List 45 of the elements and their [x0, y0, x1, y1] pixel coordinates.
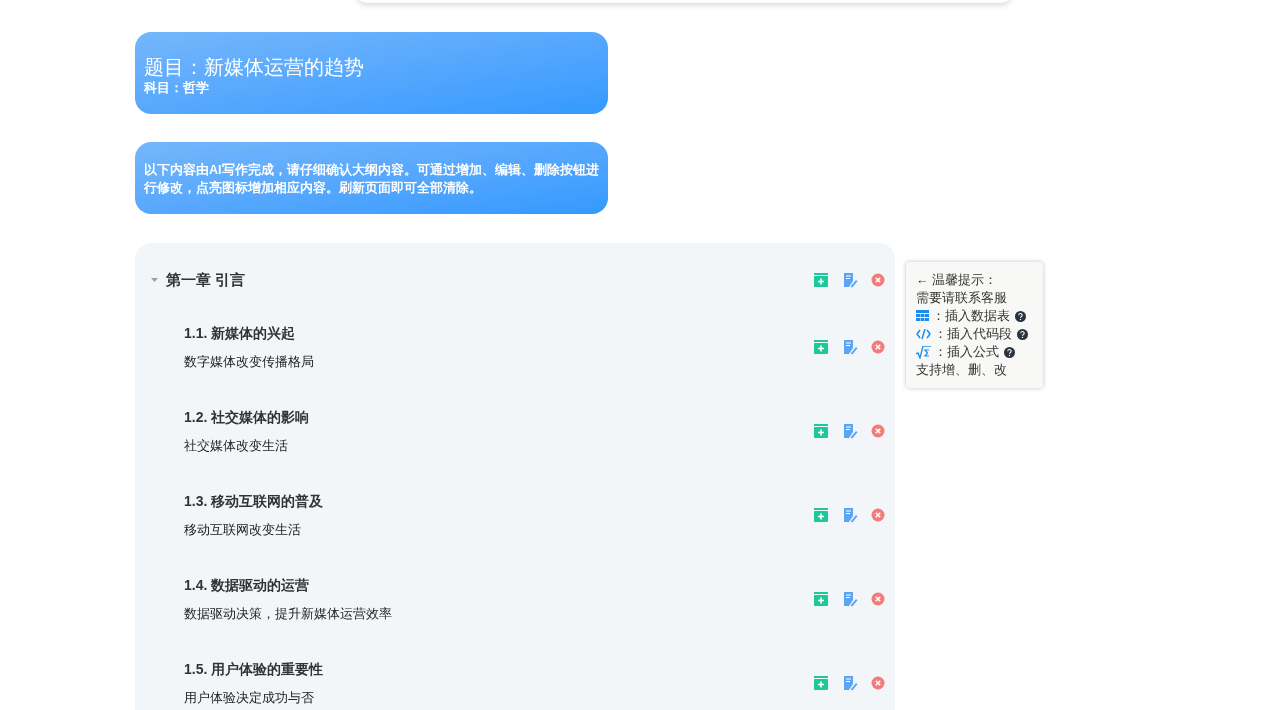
- edit-icon[interactable]: [842, 506, 858, 523]
- delete-icon[interactable]: [871, 273, 885, 287]
- help-icon[interactable]: [1017, 328, 1028, 340]
- delete-icon[interactable]: [871, 591, 885, 606]
- delete-icon[interactable]: [871, 675, 885, 690]
- tips-heading: ← 温馨提示：: [916, 272, 998, 289]
- section-summary: 社交媒体改变生活: [184, 436, 289, 455]
- essay-title: 题目：新媒体运营的趋势: [144, 55, 365, 80]
- section-title: 1.1. 新媒体的兴起: [184, 323, 297, 343]
- delete-icon[interactable]: [871, 423, 885, 438]
- delete-icon[interactable]: [871, 507, 885, 522]
- add-icon[interactable]: [813, 272, 829, 288]
- add-icon[interactable]: [813, 674, 829, 691]
- chapter-title: 第一章 引言: [166, 269, 246, 290]
- tips-contact: 需要请联系客服: [916, 290, 1008, 307]
- notice-text: 以下内容由AI写作完成，请仔细确认大纲内容。可通过增加、编辑、删除按钮进行修改，点亮图标增加相应内容。刷新页面即可全部清除。: [144, 161, 599, 197]
- edit-icon[interactable]: [842, 272, 858, 288]
- section-summary: 用户体验决定成功与否: [184, 688, 315, 707]
- section-summary: 数据驱动决策，提升新媒体运营效率: [184, 604, 392, 623]
- add-icon[interactable]: [813, 338, 829, 355]
- add-icon[interactable]: [813, 506, 829, 523]
- code-icon[interactable]: [916, 328, 931, 340]
- section-title: 1.2. 社交媒体的影响: [184, 407, 310, 427]
- section-title: 1.4. 数据驱动的运营: [184, 575, 311, 595]
- help-icon[interactable]: [1004, 346, 1015, 358]
- subject-label: 科目：哲学: [144, 80, 210, 96]
- edit-icon[interactable]: [842, 590, 858, 607]
- edit-icon[interactable]: [842, 674, 858, 691]
- tips-footer: 支持增、删、改: [916, 361, 1033, 379]
- help-icon[interactable]: [1015, 310, 1026, 322]
- edit-icon[interactable]: [842, 338, 858, 355]
- section-summary: 数字媒体改变传播格局: [184, 352, 314, 371]
- collapse-icon[interactable]: [150, 277, 159, 283]
- tip-label: ：插入数据表: [932, 308, 1010, 325]
- section-title: 1.3. 移动互联网的普及: [184, 491, 324, 511]
- delete-icon[interactable]: [871, 339, 885, 354]
- tip-label: ：插入公式: [934, 344, 999, 361]
- section-summary: 移动互联网改变生活: [184, 520, 302, 539]
- edit-icon[interactable]: [842, 422, 858, 439]
- formula-icon[interactable]: [916, 345, 931, 359]
- tip-label: ：插入代码段: [934, 326, 1012, 343]
- section-title: 1.5. 用户体验的重要性: [184, 659, 324, 679]
- add-icon[interactable]: [813, 422, 829, 439]
- add-icon[interactable]: [813, 590, 829, 607]
- table-icon[interactable]: [916, 310, 929, 322]
